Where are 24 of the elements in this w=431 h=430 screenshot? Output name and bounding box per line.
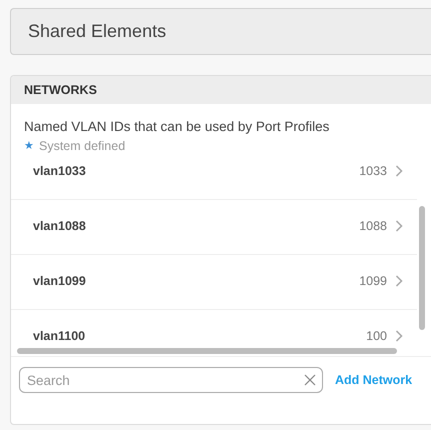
chevron-right-icon (395, 330, 403, 342)
clear-icon[interactable] (304, 374, 316, 386)
vertical-scrollbar[interactable] (419, 206, 425, 330)
network-name: vlan1099 (33, 273, 87, 290)
chevron-right-icon (395, 220, 403, 232)
network-row[interactable]: vlan1099 1099 (11, 255, 417, 310)
chevron-right-icon (395, 165, 403, 177)
network-row[interactable]: vlan1033 1033 (11, 158, 417, 200)
search-field[interactable]: Search (19, 367, 323, 393)
horizontal-scrollbar[interactable] (17, 348, 397, 354)
network-name: vlan1088 (33, 218, 87, 235)
network-name: vlan1033 (33, 163, 87, 180)
vlan-id: 1099 (359, 273, 387, 290)
panel-description: Named VLAN IDs that can be used by Port Profiles (24, 118, 330, 136)
vlan-id: 1033 (359, 163, 387, 180)
chevron-right-icon (395, 275, 403, 287)
network-name: vlan1100 (33, 328, 86, 345)
page-title: Shared Elements (28, 20, 166, 43)
star-icon: ★ (24, 138, 34, 154)
network-row[interactable]: vlan1088 1088 (11, 200, 417, 255)
vlan-id: 100 (366, 328, 387, 345)
panel-title: NETWORKS (24, 82, 97, 99)
legend-label: System defined (39, 138, 126, 154)
vlan-id: 1088 (359, 218, 387, 235)
